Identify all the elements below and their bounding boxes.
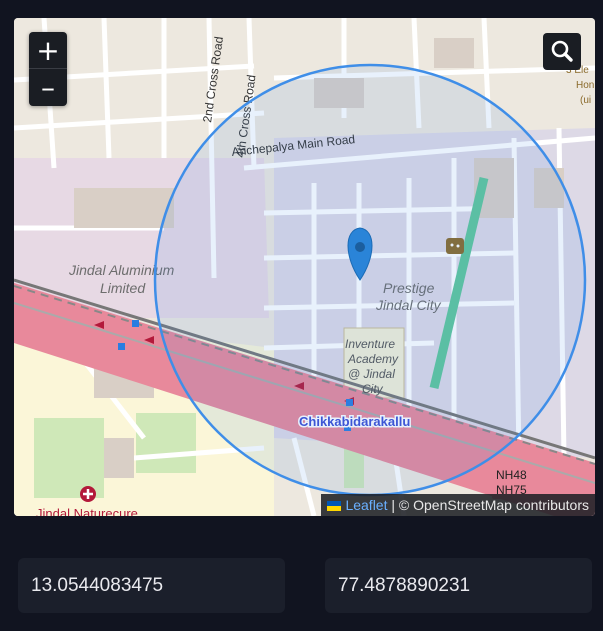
label-edge-2: Hon: [576, 80, 594, 91]
label-nh48: NH48: [496, 468, 527, 482]
label-jindal-aluminium-2: Limited: [100, 280, 146, 296]
ukraine-flag-icon: [327, 501, 342, 511]
radius-circle: [153, 63, 587, 497]
label-edge-3: (ui: [580, 95, 591, 106]
search-button[interactable]: [543, 33, 581, 70]
search-icon: [551, 40, 573, 62]
attribution-separator: | ©: [387, 497, 414, 513]
zoom-in-button[interactable]: +: [29, 32, 67, 69]
label-hospital: Jindal Naturecure: [36, 506, 138, 516]
osm-contributors-link[interactable]: OpenStreetMap contributors: [413, 497, 589, 513]
longitude-field[interactable]: 77.4878890231: [325, 558, 592, 613]
leaflet-link[interactable]: Leaflet: [345, 497, 387, 513]
map-tiles[interactable]: 2nd Cross Road 4th Cross Road Anchepalya…: [14, 18, 595, 516]
latitude-field[interactable]: 13.0544083475: [18, 558, 285, 613]
zoom-out-button[interactable]: –: [29, 69, 67, 106]
map-view[interactable]: 2nd Cross Road 4th Cross Road Anchepalya…: [14, 18, 595, 516]
zoom-control: + –: [29, 32, 67, 106]
map-attribution: Leaflet | © OpenStreetMap contributors: [321, 494, 595, 516]
